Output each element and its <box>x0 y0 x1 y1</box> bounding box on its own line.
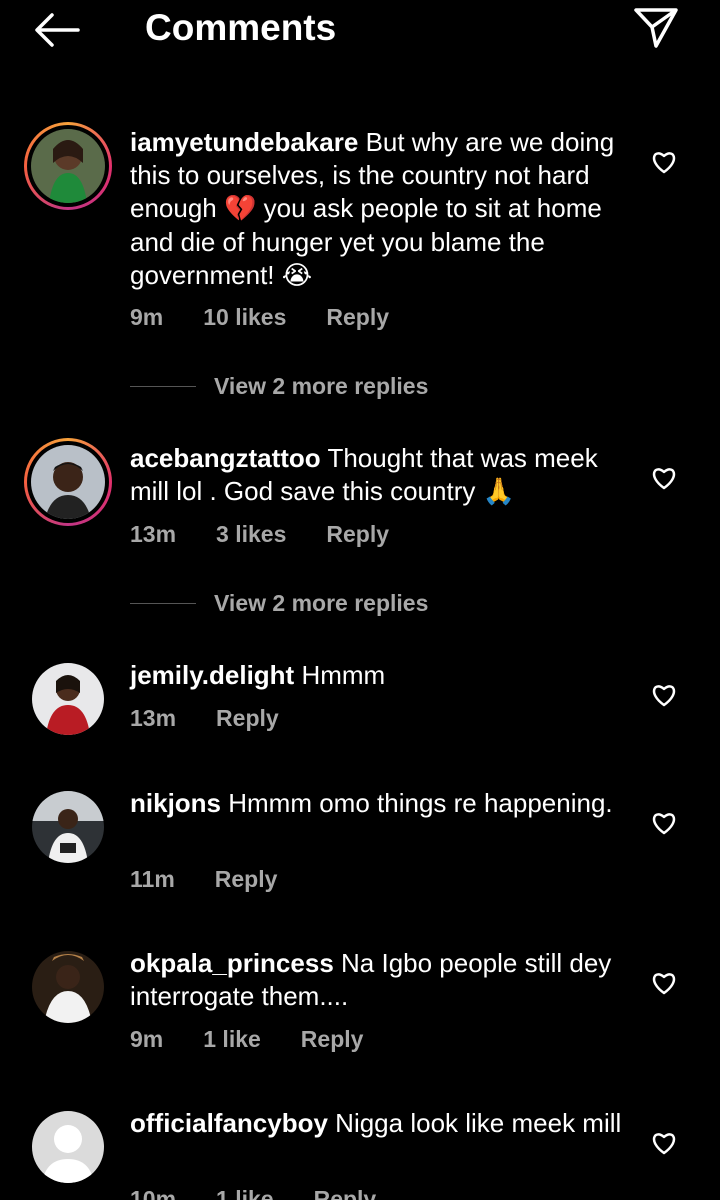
comment-meta: 9m 10 likes Reply <box>130 304 389 331</box>
avatar[interactable] <box>24 438 112 526</box>
comment-text: jemily.delight Hmmm <box>130 659 630 692</box>
avatar[interactable] <box>32 1111 104 1183</box>
comment-meta: 13m 3 likes Reply <box>130 521 389 548</box>
comment-username[interactable]: iamyetundebakare <box>130 127 358 157</box>
comment-time: 11m <box>130 866 175 892</box>
comment-body: Nigga look like meek mill <box>335 1108 622 1138</box>
reply-button[interactable]: Reply <box>326 521 389 548</box>
heart-icon <box>652 685 676 707</box>
top-bar: Comments <box>0 0 720 60</box>
avatar[interactable] <box>32 791 104 863</box>
reply-button[interactable]: Reply <box>216 705 279 732</box>
default-avatar-icon <box>32 1111 104 1183</box>
like-button[interactable] <box>648 967 680 999</box>
comment-time: 9m <box>130 304 164 330</box>
back-button[interactable] <box>30 8 82 52</box>
paper-plane-icon <box>634 8 678 48</box>
page-title: Comments <box>145 7 337 48</box>
avatar[interactable] <box>32 663 104 735</box>
comment-meta: 10m 1 like Reply <box>130 1186 376 1200</box>
comment-body: Hmmm <box>301 660 386 690</box>
comment-username[interactable]: okpala_princess <box>130 948 334 978</box>
heart-icon <box>652 468 676 490</box>
view-replies-label: View 2 more replies <box>214 590 429 616</box>
comment-text: officialfancyboy Nigga look like meek mi… <box>130 1107 630 1140</box>
comment-username[interactable]: acebangztattoo <box>130 443 321 473</box>
avatar[interactable] <box>24 122 112 210</box>
folded-hands-icon: 🙏 <box>482 477 515 507</box>
like-button[interactable] <box>648 1127 680 1159</box>
crying-face-icon: 😭 <box>281 261 313 291</box>
reply-button[interactable]: Reply <box>326 304 389 331</box>
comment-meta: 9m 1 like Reply <box>130 1026 363 1053</box>
heart-icon <box>652 973 676 995</box>
comment-username[interactable]: jemily.delight <box>130 660 294 690</box>
comment-text: okpala_princess Na Igbo people still dey… <box>130 947 630 1013</box>
like-button[interactable] <box>648 679 680 711</box>
view-more-replies[interactable]: View 2 more replies <box>130 373 428 400</box>
comment-text: iamyetundebakare But why are we doing th… <box>130 126 630 293</box>
heart-icon <box>652 1133 676 1155</box>
comment-time: 13m <box>130 521 177 547</box>
divider-line <box>130 386 196 387</box>
heart-icon <box>652 152 676 174</box>
comment-likes[interactable]: 1 like <box>216 1186 274 1200</box>
view-replies-label: View 2 more replies <box>214 373 429 399</box>
comment-meta: 11m Reply <box>130 866 277 893</box>
comment-time: 9m <box>130 1026 164 1052</box>
share-button[interactable] <box>630 4 682 52</box>
like-button[interactable] <box>648 146 680 178</box>
broken-heart-icon: 💔 <box>224 194 257 224</box>
comment-time: 10m <box>130 1186 177 1200</box>
comment-likes[interactable]: 10 likes <box>203 304 286 331</box>
heart-icon <box>652 813 676 835</box>
comment-likes[interactable]: 1 like <box>203 1026 261 1053</box>
like-button[interactable] <box>648 807 680 839</box>
arrow-left-icon <box>35 13 80 47</box>
reply-button[interactable]: Reply <box>314 1186 377 1200</box>
comment-body: Hmmm omo things re happening. <box>228 788 613 818</box>
comment-likes[interactable]: 3 likes <box>216 521 286 548</box>
comment-username[interactable]: officialfancyboy <box>130 1108 328 1138</box>
like-button[interactable] <box>648 462 680 494</box>
comment-text: acebangztattoo Thought that was meek mil… <box>130 442 630 509</box>
reply-button[interactable]: Reply <box>215 866 278 893</box>
avatar[interactable] <box>32 951 104 1023</box>
comment-username[interactable]: nikjons <box>130 788 221 818</box>
comment-meta: 13m Reply <box>130 705 279 732</box>
divider-line <box>130 603 196 604</box>
view-more-replies[interactable]: View 2 more replies <box>130 590 428 617</box>
reply-button[interactable]: Reply <box>301 1026 364 1053</box>
comment-time: 13m <box>130 705 177 731</box>
comment-text: nikjons Hmmm omo things re happening. <box>130 787 630 820</box>
